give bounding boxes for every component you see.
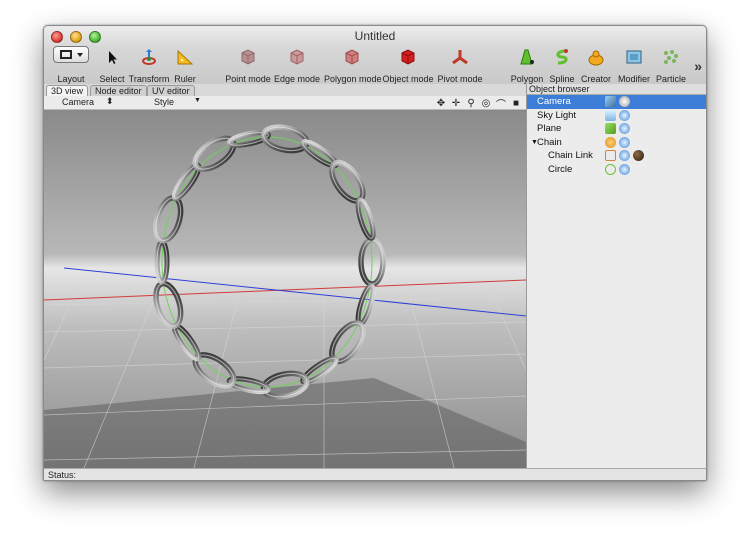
ruler-tool-button[interactable]: Ruler [170, 44, 200, 84]
modifier-icon [626, 50, 642, 64]
light-tag-icon[interactable] [605, 109, 616, 121]
object-mode-button[interactable]: Object mode [382, 44, 434, 84]
object-item-camera[interactable]: Camera [527, 95, 706, 109]
particle-icon [664, 50, 678, 64]
edge-mode-label: Edge mode [274, 74, 321, 84]
object-browser-title: Object browser [527, 84, 706, 95]
transform-icon [142, 49, 156, 65]
render-tag-icon[interactable] [619, 96, 630, 107]
polygon-label: Polygon [510, 74, 544, 84]
particle-label: Particle [655, 74, 686, 84]
sky-background [44, 110, 526, 270]
select-label: Select [99, 74, 125, 84]
polygon-cone-icon [520, 49, 534, 65]
object-name: Sky Light [537, 109, 577, 121]
polygon-mode-icon [345, 49, 359, 65]
object-name: Plane [537, 123, 562, 134]
object-item-plane[interactable]: Plane [527, 122, 706, 136]
object-item-sky-light[interactable]: Sky Light [527, 109, 706, 123]
object-item-circle[interactable]: Circle [527, 163, 706, 177]
edge-mode-icon [290, 49, 304, 65]
title-bar: Untitled Layout Select Transform Ruler P… [44, 26, 706, 86]
creator-tag-icon[interactable] [605, 136, 616, 148]
layout-icon [53, 46, 89, 63]
polygon-menu-button[interactable]: Polygon [510, 44, 544, 84]
texture-ball-icon[interactable] [633, 150, 644, 161]
camera-tag-icon[interactable] [605, 96, 616, 107]
object-item-chain[interactable]: ▼ Chain [527, 136, 706, 150]
point-mode-label: Point mode [225, 74, 271, 84]
object-mode-label: Object mode [382, 74, 434, 84]
rotate-view-icon[interactable]: ✥ [435, 98, 447, 109]
material-tag-icon[interactable] [619, 109, 630, 121]
spline-icon [556, 49, 568, 65]
material-tag-icon[interactable] [619, 163, 630, 175]
viewport-toolbar: Camera ⬍ Style ▼ ✥ ✛ ⚲ ◎ ⌒ ■ [44, 96, 526, 111]
pivot-mode-label: Pivot mode [437, 74, 483, 84]
creator-menu-button[interactable]: Creator [578, 44, 614, 84]
object-name: Circle [548, 163, 573, 175]
style-dropdown-icon[interactable]: ▼ [194, 97, 201, 104]
toolbar-overflow-chevron-icon[interactable]: » [694, 58, 702, 74]
star-shape-tag-icon[interactable] [605, 150, 616, 161]
camera-stepper-icon[interactable]: ⬍ [106, 96, 114, 107]
creator-label: Creator [580, 74, 611, 84]
pan-view-icon[interactable]: ✛ [450, 98, 462, 109]
maximize-view-icon[interactable]: ■ [510, 98, 522, 109]
zoom-view-icon[interactable]: ⚲ [465, 98, 477, 109]
orbit-view-icon[interactable]: ⌒ [495, 96, 507, 111]
object-name: Chain Link [548, 150, 593, 161]
object-mode-icon [401, 49, 415, 65]
camera-select[interactable]: Camera [62, 97, 94, 107]
viewport-navigation-icons: ✥ ✛ ⚲ ◎ ⌒ ■ [435, 96, 522, 111]
polygon-mode-label: Polygon mode [324, 74, 382, 84]
arrow-cursor-icon [109, 51, 117, 64]
material-tag-icon[interactable] [619, 150, 630, 161]
spline-label: Spline [549, 74, 575, 84]
point-mode-icon [241, 49, 255, 65]
object-name: Camera [537, 96, 571, 107]
3d-viewport[interactable] [44, 110, 526, 468]
modifier-menu-button[interactable]: Modifier [616, 44, 652, 84]
plane-tag-icon[interactable] [605, 123, 616, 134]
creator-icon [588, 50, 604, 66]
point-mode-button[interactable]: Point mode [224, 44, 272, 84]
layout-button[interactable]: Layout [46, 44, 96, 84]
circle-spline-tag-icon[interactable] [605, 163, 616, 175]
ruler-label: Ruler [174, 74, 196, 84]
transform-label: Transform [128, 74, 170, 84]
layout-label: Layout [57, 74, 85, 84]
pivot-mode-button[interactable]: Pivot mode [436, 44, 484, 84]
particle-menu-button[interactable]: Particle [652, 44, 690, 84]
polygon-mode-button[interactable]: Polygon mode [324, 44, 382, 84]
spline-menu-button[interactable]: Spline [546, 44, 578, 84]
style-select[interactable]: Style [154, 97, 174, 107]
material-tag-icon[interactable] [619, 136, 630, 148]
status-bar: Status: [44, 468, 706, 480]
material-tag-icon[interactable] [619, 123, 630, 134]
modifier-label: Modifier [617, 74, 650, 84]
viewport-canvas [44, 110, 526, 468]
object-item-chain-link[interactable]: Chain Link [527, 149, 706, 163]
object-browser: Object browser Camera Sky Light Plane ▼ … [526, 84, 706, 468]
ruler-icon [177, 49, 194, 65]
edge-mode-button[interactable]: Edge mode [274, 44, 320, 84]
transform-tool-button[interactable]: Transform [128, 44, 170, 84]
pivot-mode-icon [452, 50, 468, 65]
select-tool-button[interactable]: Select [96, 44, 128, 84]
fit-view-icon[interactable]: ◎ [480, 98, 492, 109]
window-title: Untitled [354, 29, 396, 43]
object-name: Chain [537, 136, 562, 148]
app-window: Untitled Layout Select Transform Ruler P… [43, 25, 707, 481]
